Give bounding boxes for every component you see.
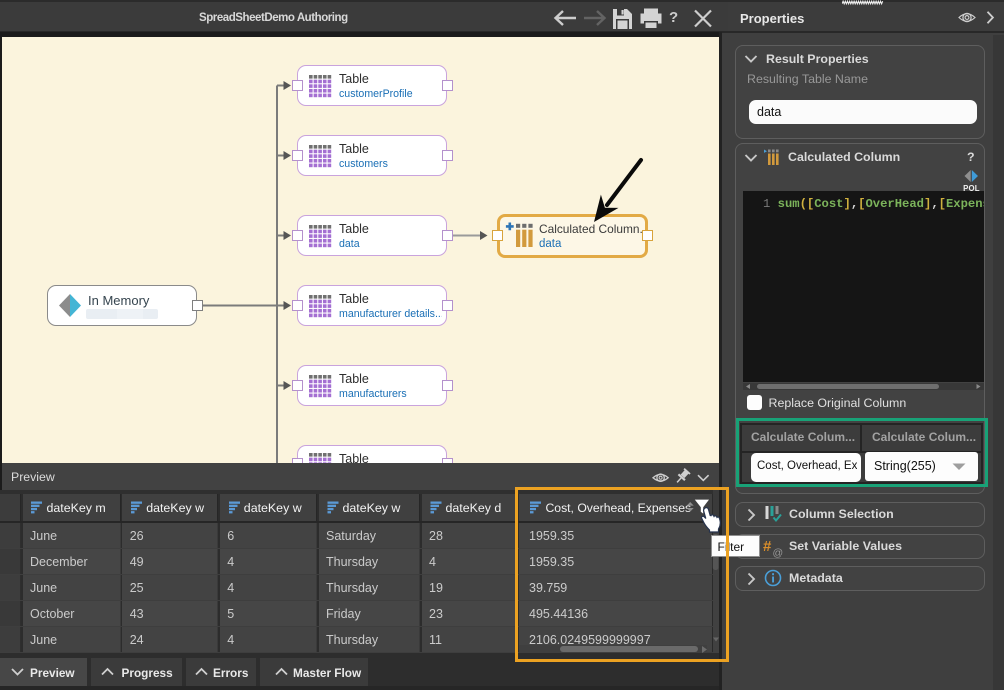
svg-text:@: @ (773, 547, 784, 558)
svg-text:#: # (763, 538, 772, 555)
